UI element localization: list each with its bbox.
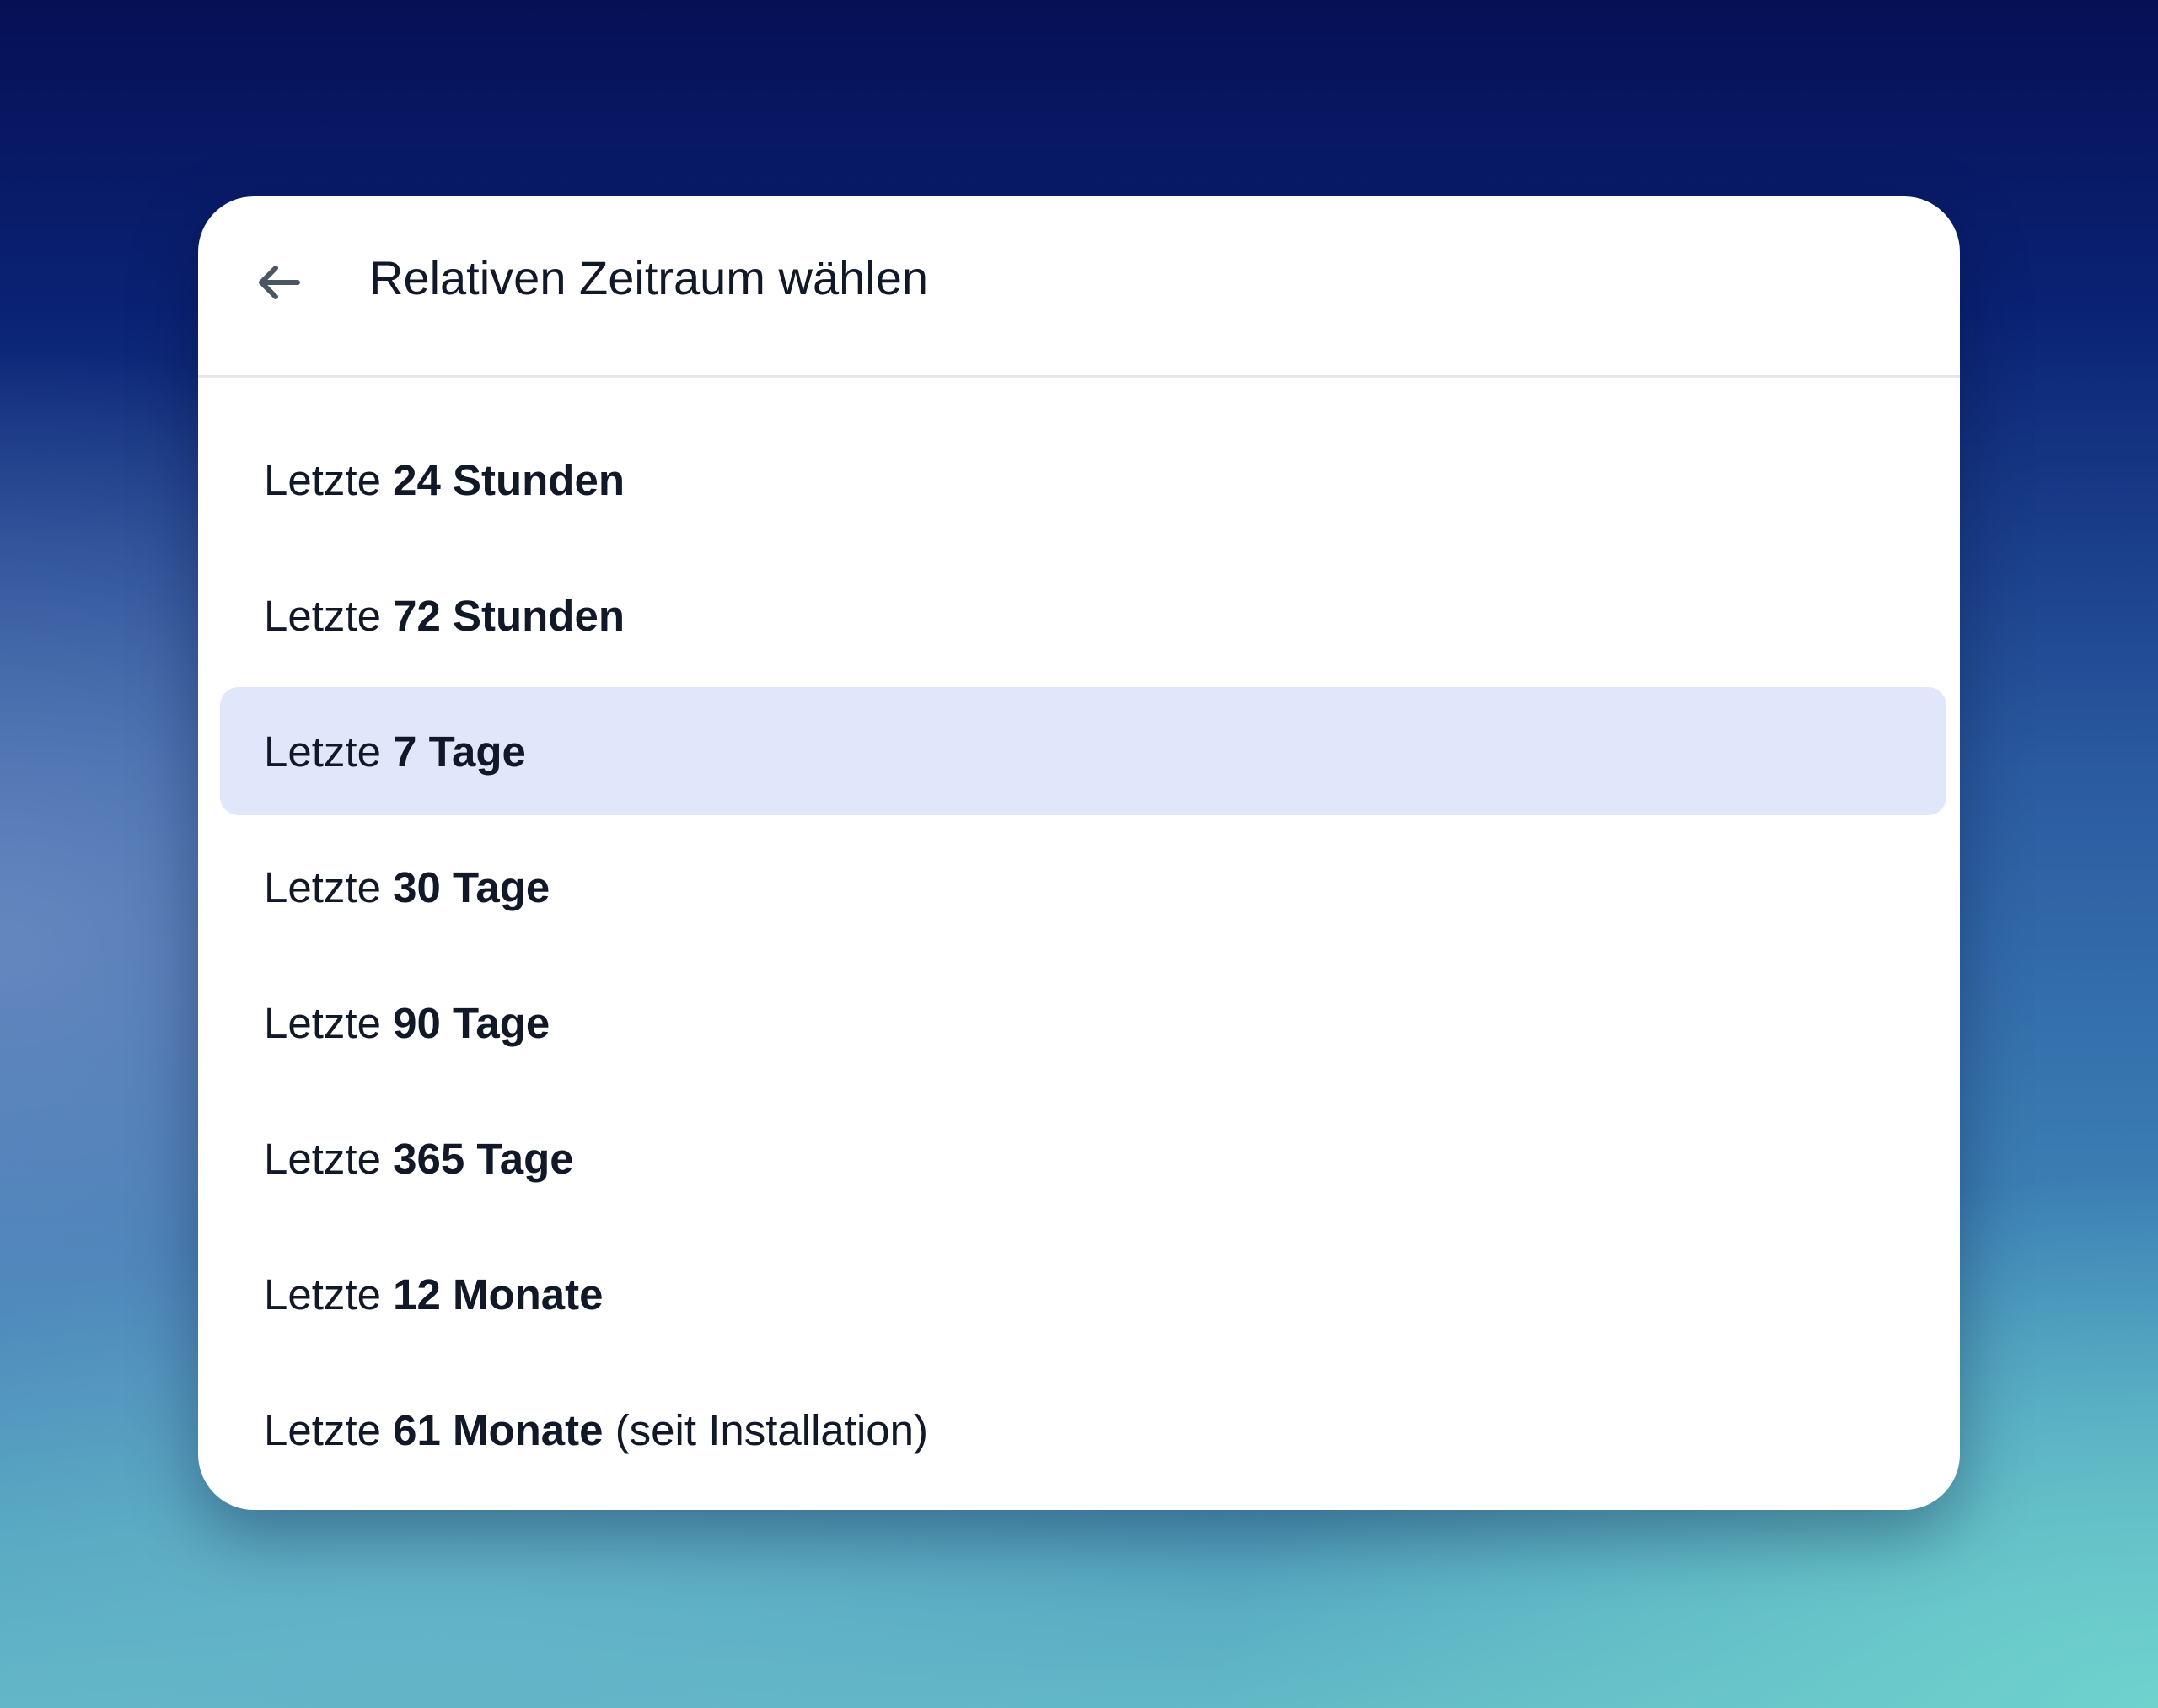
option-label: Letzte 12 Monate	[264, 1270, 604, 1319]
time-range-option[interactable]: Letzte 72 Stunden	[220, 551, 1946, 679]
option-prefix: Letzte	[264, 1134, 381, 1183]
option-label: Letzte 61 Monate (seit Installation)	[264, 1405, 928, 1455]
option-value: 12 Monate	[393, 1270, 604, 1319]
time-range-option[interactable]: Letzte 61 Monate (seit Installation)	[220, 1366, 1946, 1494]
option-label: Letzte 72 Stunden	[264, 591, 625, 641]
dialog-header: Relativen Zeitraum wählen	[198, 196, 1960, 378]
option-suffix: (seit Installation)	[615, 1405, 929, 1454]
option-prefix: Letzte	[264, 998, 381, 1047]
dialog-title: Relativen Zeitraum wählen	[369, 251, 928, 304]
option-value: 72 Stunden	[393, 591, 625, 640]
option-prefix: Letzte	[264, 591, 381, 640]
option-label: Letzte 30 Tage	[264, 862, 550, 912]
option-value: 90 Tage	[393, 998, 550, 1047]
relative-time-range-dialog: Relativen Zeitraum wählen Letzte 24 Stun…	[198, 196, 1960, 1510]
back-button[interactable]	[254, 257, 304, 308]
time-range-option[interactable]: Letzte 24 Stunden	[220, 416, 1946, 544]
option-label: Letzte 90 Tage	[264, 998, 550, 1048]
option-prefix: Letzte	[264, 727, 381, 776]
option-prefix: Letzte	[264, 862, 381, 911]
option-label: Letzte 7 Tage	[264, 727, 526, 776]
time-range-option[interactable]: Letzte 12 Monate	[220, 1230, 1946, 1358]
option-label: Letzte 24 Stunden	[264, 455, 625, 505]
arrow-left-icon	[259, 266, 300, 299]
option-value: 61 Monate	[393, 1405, 604, 1454]
time-range-option[interactable]: Letzte 30 Tage	[220, 823, 1946, 951]
option-prefix: Letzte	[264, 1405, 381, 1454]
option-prefix: Letzte	[264, 1270, 381, 1319]
option-value: 7 Tage	[393, 727, 526, 776]
time-range-option[interactable]: Letzte 90 Tage	[220, 959, 1946, 1087]
option-label: Letzte 365 Tage	[264, 1134, 574, 1184]
option-prefix: Letzte	[264, 455, 381, 504]
time-range-option[interactable]: Letzte 7 Tage	[220, 687, 1946, 815]
option-value: 30 Tage	[393, 862, 550, 911]
option-value: 365 Tage	[393, 1134, 574, 1183]
option-value: 24 Stunden	[393, 455, 625, 504]
time-range-option[interactable]: Letzte 365 Tage	[220, 1094, 1946, 1222]
